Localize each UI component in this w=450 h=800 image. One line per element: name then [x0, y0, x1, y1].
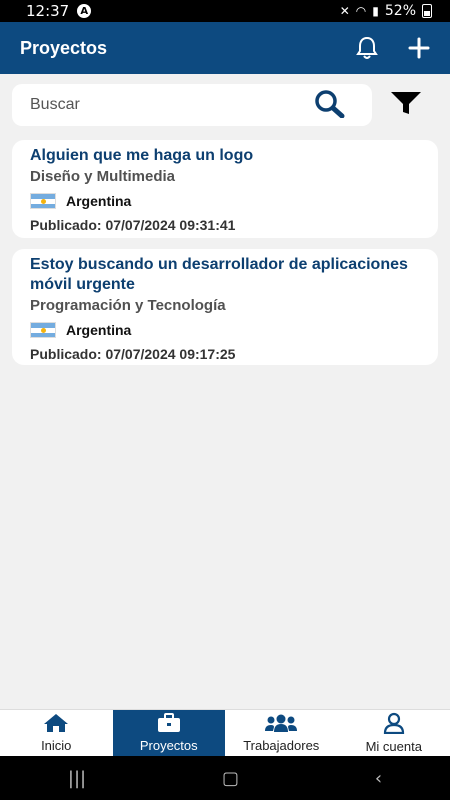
project-title[interactable]: Alguien que me haga un logo: [30, 146, 420, 166]
project-category: Diseño y Multimedia: [30, 168, 176, 185]
project-country: Argentina: [30, 322, 420, 338]
briefcase-icon: [157, 713, 181, 736]
user-icon: [383, 712, 405, 737]
battery-icon: [422, 4, 432, 18]
home-button-icon[interactable]: ▢: [222, 768, 239, 789]
published-date: Publicado: 07/07/2024 09:17:25: [30, 346, 236, 362]
status-time: 12:37: [26, 2, 70, 20]
bell-icon[interactable]: [356, 36, 378, 60]
bottom-nav: Inicio Proyectos Trabajadores Mi cuenta: [0, 709, 450, 756]
app-bar-actions: [356, 36, 430, 60]
nav-label: Trabajadores: [243, 738, 320, 753]
search-input[interactable]: [28, 95, 292, 115]
search-icon[interactable]: [312, 88, 348, 122]
app-notification-icon: A: [77, 4, 92, 18]
app-bar: Proyectos: [0, 22, 450, 74]
nav-label: Proyectos: [139, 738, 198, 753]
search-box: [12, 84, 372, 126]
nav-label: Mi cuenta: [365, 739, 422, 754]
project-title[interactable]: Estoy buscando un desarrollador de aplic…: [30, 255, 420, 295]
nav-item-trabajadores[interactable]: Trabajadores: [225, 710, 338, 756]
search-row: [12, 84, 438, 126]
page-title: Proyectos: [20, 37, 108, 58]
country-label: Argentina: [66, 322, 132, 338]
system-nav-bar: ||| ▢ ‹: [0, 756, 450, 800]
mute-icon: ✕: [339, 4, 350, 18]
argentina-flag-icon: [30, 193, 56, 209]
add-icon[interactable]: [408, 37, 430, 59]
status-right: ✕ ◠ ▮ 52%: [340, 3, 432, 19]
home-icon: [43, 713, 69, 736]
project-country: Argentina: [30, 193, 420, 209]
nav-label: Inicio: [41, 738, 72, 753]
users-icon: [265, 713, 298, 736]
project-card[interactable]: Alguien que me haga un logo Diseño y Mul…: [12, 140, 438, 238]
project-card[interactable]: Estoy buscando un desarrollador de aplic…: [12, 249, 438, 365]
back-icon[interactable]: ‹: [375, 768, 382, 789]
status-left: 12:37 A: [26, 2, 92, 20]
argentina-flag-icon: [30, 322, 56, 338]
filter-icon: [390, 90, 422, 120]
country-label: Argentina: [66, 193, 132, 209]
recent-apps-icon[interactable]: |||: [68, 768, 86, 789]
project-category: Programación y Tecnología: [30, 297, 226, 314]
nav-item-inicio[interactable]: Inicio: [0, 710, 113, 756]
status-bar: 12:37 A ✕ ◠ ▮ 52%: [0, 0, 450, 22]
wifi-icon: ◠: [355, 4, 367, 18]
battery-level: 52%: [384, 3, 416, 19]
nav-item-proyectos[interactable]: Proyectos: [112, 710, 225, 756]
nav-item-mi-cuenta[interactable]: Mi cuenta: [338, 710, 450, 756]
published-date: Publicado: 07/07/2024 09:31:41: [30, 217, 236, 233]
filter-button[interactable]: [386, 85, 426, 125]
signal-icon: ▮: [372, 4, 379, 18]
